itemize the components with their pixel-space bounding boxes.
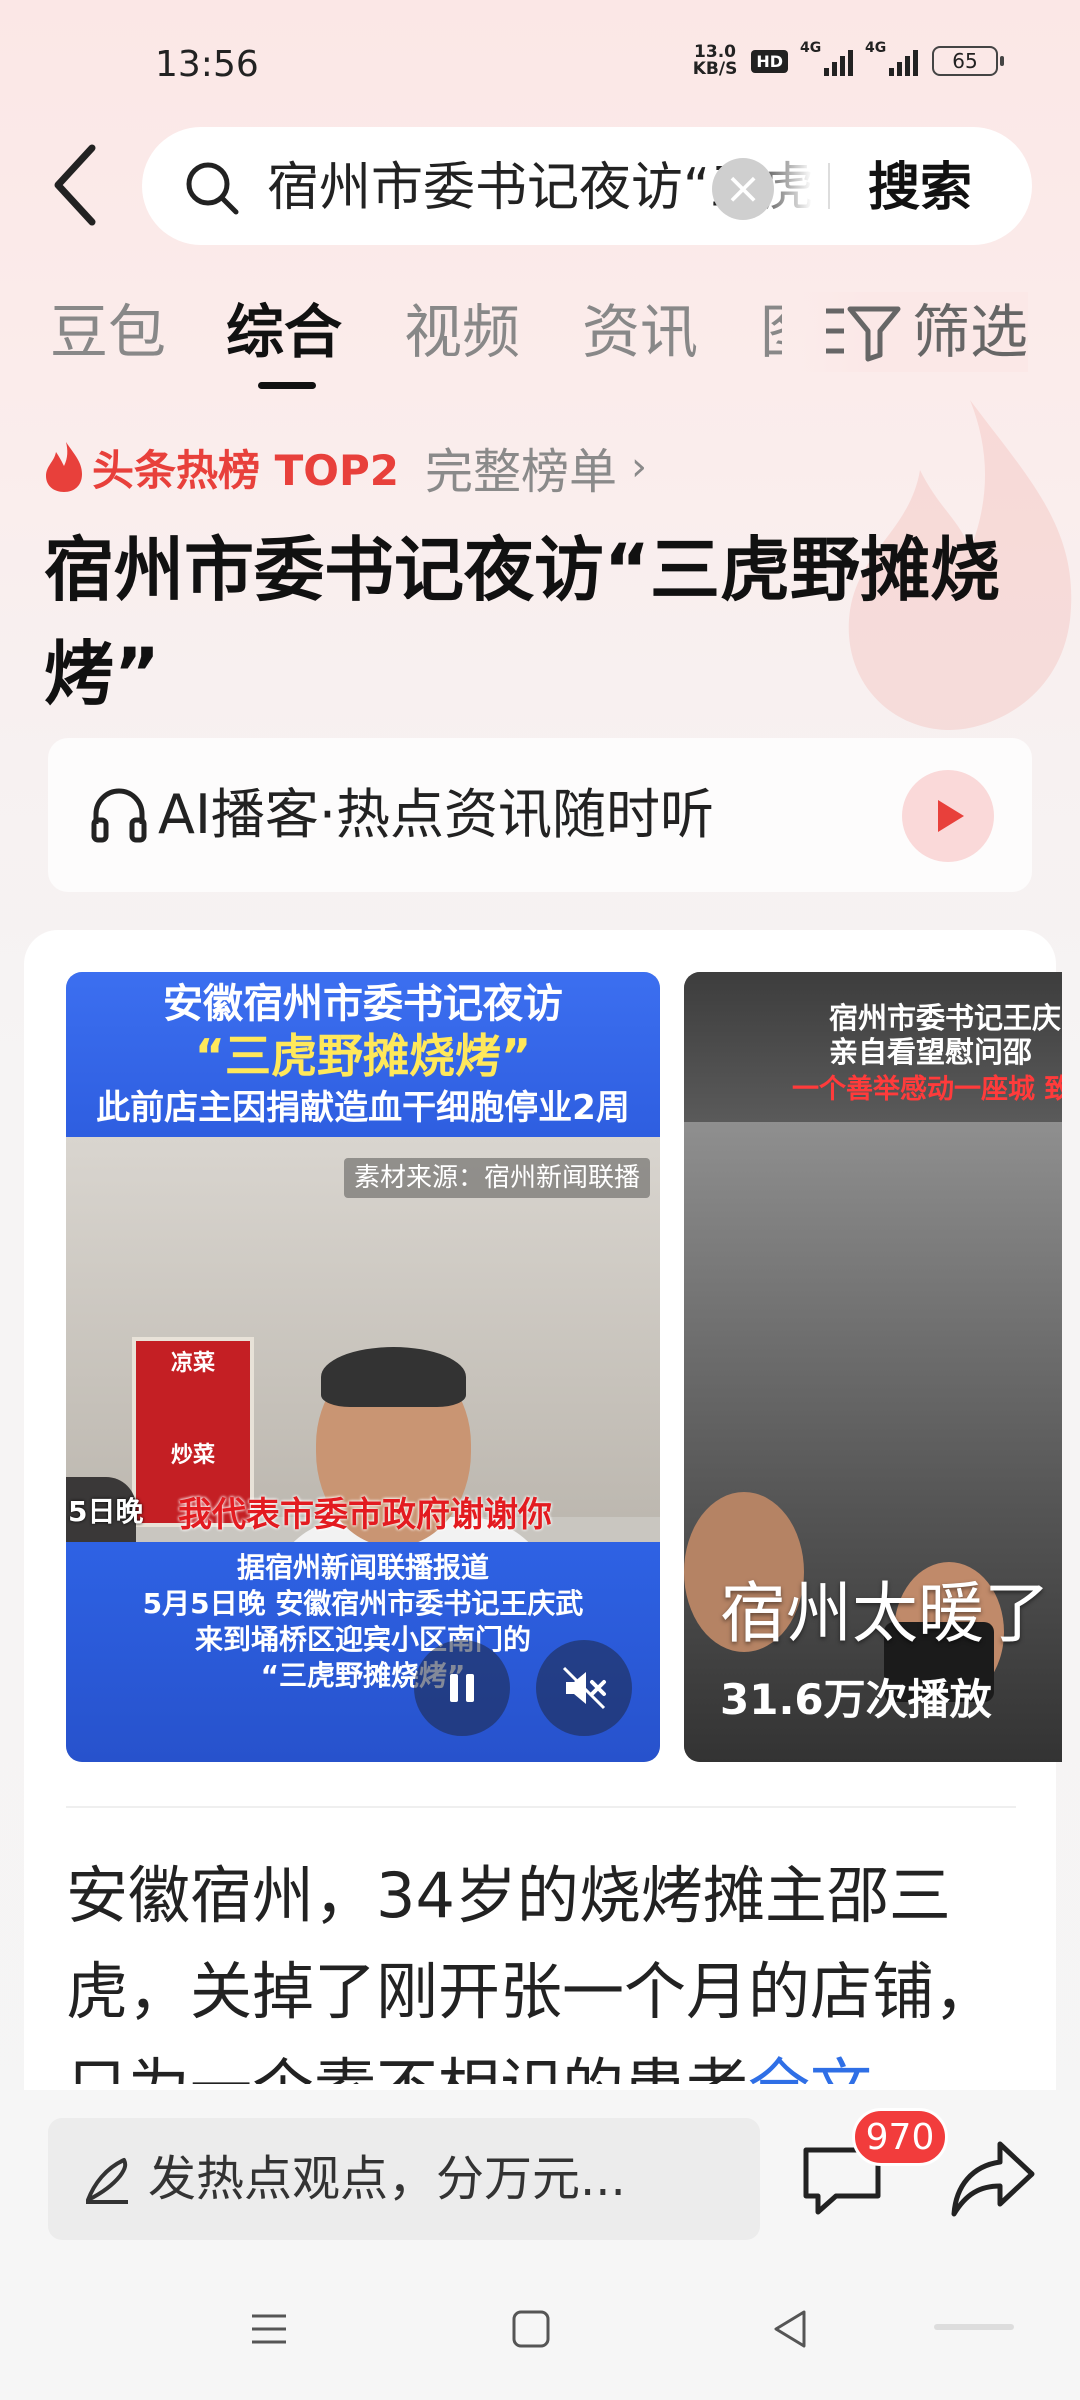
menu-title: 凉菜 xyxy=(170,1351,215,1376)
comment-input[interactable]: 发热点观点，分万元... xyxy=(48,2118,760,2240)
ai-podcast-label: AI播客·热点资讯随时听 xyxy=(158,783,715,846)
menu-nav-icon[interactable] xyxy=(246,2306,292,2352)
search-button[interactable]: 搜索 xyxy=(868,153,972,223)
video-banner-line: “三虎野摊烧烤” xyxy=(194,1029,532,1083)
video-caption-line: 据宿州新闻联播报道 xyxy=(236,1551,489,1584)
video-quote-caption: 我代表市委市政府谢谢你 xyxy=(178,1495,552,1535)
filter-button[interactable]: 筛选 xyxy=(801,292,1028,372)
flame-icon xyxy=(46,442,82,492)
back-nav-icon[interactable] xyxy=(768,2306,814,2352)
person-figure xyxy=(321,1347,466,1407)
video-banner-top: 安徽宿州市委书记夜访 “三虎野摊烧烤” 此前店主因捐献造血干细胞停业2周 xyxy=(66,972,660,1137)
chevron-left-icon xyxy=(54,144,96,226)
chevron-right-icon: › xyxy=(631,444,647,490)
search-box[interactable]: 宿州市委书记夜访“三虎野摊烧烤” × 搜索 xyxy=(142,127,1032,245)
tab-all[interactable]: 综合 xyxy=(226,292,342,372)
hot-rank-label: 头条热榜 TOP2 xyxy=(92,445,399,495)
source-tag: 素材来源：宿州新闻联播 xyxy=(344,1158,651,1198)
signal-icon: 4G xyxy=(865,40,918,76)
net-speed-unit: KB/S xyxy=(692,59,738,79)
video-banner-line: 亲自看望慰问邵 xyxy=(829,1035,1033,1069)
tab-video[interactable]: 视频 xyxy=(404,292,520,372)
clear-button[interactable]: × xyxy=(712,158,774,220)
full-list-link[interactable]: 完整榜单 xyxy=(425,432,617,502)
search-divider xyxy=(828,163,830,209)
read-full-link[interactable]: 全文 xyxy=(748,2051,872,2084)
play-icon xyxy=(938,800,964,832)
page-title: 宿州市委书记夜访“三虎野摊烧烤” xyxy=(44,529,1001,715)
pen-icon xyxy=(86,2158,128,2204)
mute-button[interactable] xyxy=(536,1640,632,1736)
filter-label: 筛选 xyxy=(911,298,1028,366)
battery-level: 65 xyxy=(952,49,978,73)
hot-rank-line[interactable]: 头条热榜 TOP2 完整榜单 › xyxy=(44,432,647,502)
video-date-caption: 5日晚 xyxy=(68,1495,144,1528)
signal-label: 4G xyxy=(865,40,887,56)
pause-icon xyxy=(450,1674,474,1702)
status-icons: 13.0 KB/S HD 4G 4G 65 xyxy=(693,40,1004,78)
video-scene xyxy=(684,1122,1062,1762)
video-banner-line: 安徽宿州市委书记夜访 xyxy=(163,981,563,1027)
tab-image[interactable]: 图 xyxy=(760,292,782,372)
comment-placeholder: 发热点观点，分万元... xyxy=(148,2151,626,2207)
video-thumbnail[interactable]: 宿州市委书记王庆 亲自看望慰问邵 一个善举感动一座城 致敬 宿州太暖了 31.6… xyxy=(684,972,1062,1762)
bottom-bar: 发热点观点，分万元... 970 xyxy=(0,2090,1080,2400)
video-banner-line: 宿州市委书记王庆 xyxy=(829,1001,1062,1035)
speaker-muted-icon xyxy=(562,1666,606,1710)
signal-label: 4G xyxy=(800,40,822,56)
signal-icon: 4G xyxy=(800,40,853,76)
play-count: 31.6万次播放 xyxy=(720,1675,992,1724)
ai-podcast-card[interactable]: AI播客·热点资讯随时听 xyxy=(48,738,1032,892)
tab-doubao[interactable]: 豆包 xyxy=(50,292,166,372)
pause-button[interactable] xyxy=(414,1640,510,1736)
gesture-indicator xyxy=(934,2324,1014,2330)
tab-news[interactable]: 资讯 xyxy=(582,292,698,372)
home-nav-icon[interactable] xyxy=(508,2306,554,2352)
tab-active-indicator xyxy=(258,382,316,389)
search-icon xyxy=(186,162,239,215)
hd-icon: HD xyxy=(751,49,788,73)
play-button[interactable] xyxy=(902,770,994,862)
video-banner-top: 宿州市委书记王庆 亲自看望慰问邵 一个善举感动一座城 致敬 xyxy=(684,972,1062,1122)
comment-count-badge: 970 xyxy=(852,2108,948,2166)
divider xyxy=(66,1806,1016,1808)
video-thumbnail[interactable]: 安徽宿州市委书记夜访 “三虎野摊烧烤” 此前店主因捐献造血干细胞停业2周 凉菜 … xyxy=(66,972,660,1762)
battery-icon: 65 xyxy=(932,46,1004,76)
status-time: 13:56 xyxy=(155,44,259,85)
headphones-icon xyxy=(91,788,147,843)
menu-title: 炒菜 xyxy=(170,1443,215,1468)
share-icon[interactable] xyxy=(950,2138,1036,2220)
video-banner-line: 此前店主因捐献造血干细胞停业2周 xyxy=(96,1088,630,1128)
net-speed: 13.0 KB/S xyxy=(693,44,738,78)
filter-icon xyxy=(825,306,901,362)
article-snippet[interactable]: 安徽宿州，34岁的烧烤摊主邵三虎，关掉了刚开张一个月的店铺，只为一个素不相识的患… xyxy=(66,1848,1026,2084)
video-banner-line: 一个善举感动一座城 致敬 xyxy=(792,1074,1062,1105)
back-button[interactable] xyxy=(44,140,114,230)
video-title: 宿州太暖了 xyxy=(720,1575,1050,1652)
video-caption-line: 5月5日晚 安徽宿州市委书记王庆武 xyxy=(142,1587,584,1620)
close-icon: × xyxy=(724,163,762,214)
